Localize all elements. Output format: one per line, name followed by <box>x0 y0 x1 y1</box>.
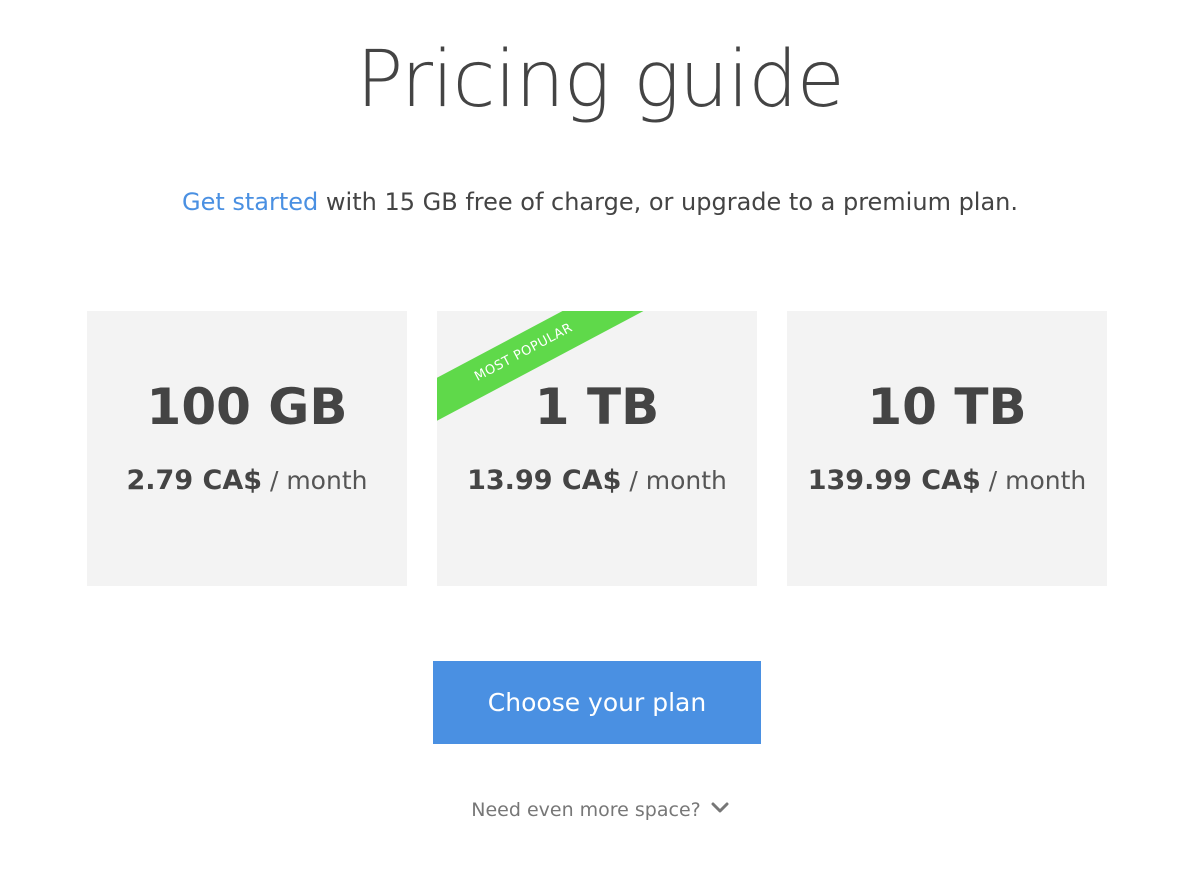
plan-card-10tb[interactable]: 10 TB 139.99 CA$ / month <box>787 311 1107 586</box>
plan-price: 139.99 CA$ <box>807 465 981 496</box>
plan-storage: 100 GB <box>146 378 348 436</box>
chevron-down-icon <box>711 794 729 822</box>
plan-price-row: 139.99 CA$ / month <box>787 461 1107 501</box>
plan-period: / month <box>262 466 368 495</box>
plan-card-1tb[interactable]: MOST POPULAR 1 TB 13.99 CA$ / month <box>437 311 757 586</box>
intro-text: Get started with 15 GB free of charge, o… <box>0 184 1200 220</box>
more-space-toggle[interactable]: Need even more space? <box>0 796 1200 825</box>
choose-plan-button[interactable]: Choose your plan <box>433 661 761 744</box>
more-space-label: Need even more space? <box>471 799 701 821</box>
plan-card-100gb[interactable]: 100 GB 2.79 CA$ / month <box>87 311 407 586</box>
plan-period: / month <box>621 466 727 495</box>
plan-price: 2.79 CA$ <box>126 465 263 496</box>
plan-storage: 10 TB <box>867 378 1027 436</box>
page-title: Pricing guide <box>356 35 844 125</box>
plan-price-row: 2.79 CA$ / month <box>87 461 407 501</box>
pricing-page: Pricing guide Get started with 15 GB fre… <box>0 0 1200 875</box>
plan-price-row: 13.99 CA$ / month <box>437 461 757 501</box>
intro-description: with 15 GB free of charge, or upgrade to… <box>318 188 1019 216</box>
get-started-link[interactable]: Get started <box>182 188 318 216</box>
plan-storage: 1 TB <box>534 378 660 436</box>
plan-period: / month <box>980 466 1087 495</box>
plan-price: 13.99 CA$ <box>467 465 622 496</box>
